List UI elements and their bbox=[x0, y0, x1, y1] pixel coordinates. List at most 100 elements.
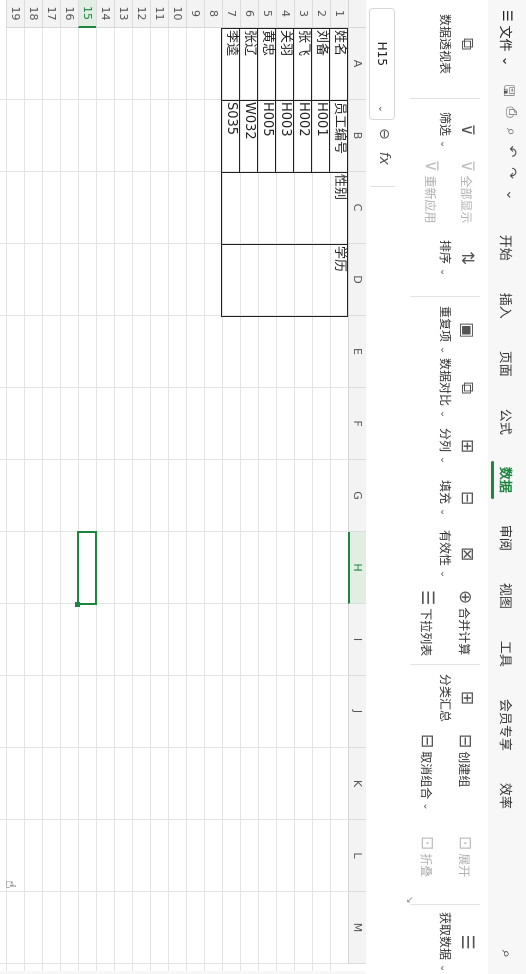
fill-button[interactable]: ⊟ 填充 ⌄ bbox=[437, 480, 477, 516]
dropdown-list-button[interactable]: ☰ 下拉列表 bbox=[417, 590, 437, 656]
search-icon[interactable]: ⌕ bbox=[498, 934, 516, 974]
cell-A4[interactable]: 关羽 bbox=[276, 28, 294, 100]
row-header-14[interactable]: 14 bbox=[96, 0, 114, 28]
row-header-4[interactable]: 4 bbox=[276, 0, 294, 28]
cell-A1[interactable]: 姓名 bbox=[330, 28, 348, 100]
cell-B2[interactable]: H001 bbox=[312, 100, 330, 172]
tab-4[interactable]: 数据 bbox=[488, 451, 526, 509]
zoom-icon[interactable]: ⊖ bbox=[376, 128, 392, 140]
ungroup-button[interactable]: ⊟ 取消组合 ⌄ bbox=[417, 734, 437, 811]
row-header-16[interactable]: 16 bbox=[60, 0, 78, 28]
row-header-2[interactable]: 2 bbox=[312, 0, 330, 28]
row-header-11[interactable]: 11 bbox=[150, 0, 168, 28]
tab-8[interactable]: 会员专享 bbox=[488, 683, 526, 767]
consolidate-button[interactable]: ⊕ 合并计算 bbox=[455, 590, 475, 655]
row-header-5[interactable]: 5 bbox=[258, 0, 276, 28]
column-header-H[interactable]: H bbox=[348, 532, 366, 604]
column-header-F[interactable]: F bbox=[348, 388, 366, 460]
subtotal-label: 分类汇总 bbox=[438, 674, 452, 723]
tab-6[interactable]: 视图 bbox=[488, 567, 526, 625]
collapse-button[interactable]: ⊡ 折叠 bbox=[417, 836, 437, 877]
pivot-table-button[interactable]: ⧉ 数据透视表 bbox=[437, 14, 477, 74]
cell-A3[interactable]: 张飞 bbox=[294, 28, 312, 100]
tab-0[interactable]: 开始 bbox=[488, 219, 526, 277]
cell-A2[interactable]: 刘备 bbox=[312, 28, 330, 100]
split-column-button[interactable]: ⊞ 分列 ⌄ bbox=[437, 428, 477, 464]
tab-1[interactable]: 插入 bbox=[488, 277, 526, 335]
column-header-E[interactable]: E bbox=[348, 316, 366, 388]
more-chevron-icon[interactable]: ⌄ bbox=[495, 189, 519, 201]
column-header-C[interactable]: C bbox=[348, 172, 366, 244]
row-header-19[interactable]: 19 bbox=[6, 0, 24, 28]
print-icon[interactable]: ⎙ bbox=[495, 107, 519, 118]
table-border-line bbox=[222, 244, 348, 245]
row-header-13[interactable]: 13 bbox=[114, 0, 132, 28]
undo-icon[interactable]: ↶ bbox=[495, 146, 519, 158]
cell-B3[interactable]: H002 bbox=[294, 100, 312, 172]
data-compare-button[interactable]: ⧉ 数据对比 ⌄ bbox=[437, 358, 477, 418]
tab-5[interactable]: 审阅 bbox=[488, 509, 526, 567]
row-header-3[interactable]: 3 bbox=[294, 0, 312, 28]
tab-3[interactable]: 公式 bbox=[488, 393, 526, 451]
cell-B4[interactable]: H003 bbox=[276, 100, 294, 172]
column-header-K[interactable]: K bbox=[348, 748, 366, 820]
column-header-D[interactable]: D bbox=[348, 244, 366, 316]
show-all-button[interactable]: ⊽ 全部显示 bbox=[457, 160, 477, 223]
sort-button[interactable]: ⇅ 排序 ⌄ bbox=[437, 240, 477, 277]
cell-A6[interactable]: 张辽 bbox=[240, 28, 258, 100]
column-header-G[interactable]: G bbox=[348, 460, 366, 532]
cell-B7[interactable]: S035 bbox=[222, 100, 240, 172]
save-icon[interactable]: 🖫 bbox=[495, 85, 519, 97]
ribbon-data: ⧉ 数据透视表 ⊽ 筛选 ⌄ ⊽ 全部显示 ⊽ 重新应用 ⇅ 排序 ⌄ ▣ 重复… bbox=[397, 0, 488, 974]
row-header-17[interactable]: 17 bbox=[42, 0, 60, 28]
validity-button[interactable]: ⊠ 有效性 ⌄ bbox=[437, 530, 477, 578]
column-header-M[interactable]: M bbox=[348, 892, 366, 964]
row-header-8[interactable]: 8 bbox=[204, 0, 222, 28]
redo-icon[interactable]: ↷ bbox=[495, 167, 519, 179]
column-header-I[interactable]: I bbox=[348, 604, 366, 676]
duplicates-button[interactable]: ▣ 重复项 ⌄ bbox=[437, 306, 477, 354]
expand-label: 展开 bbox=[457, 853, 472, 878]
column-header-A[interactable]: A bbox=[348, 28, 366, 100]
column-header-B[interactable]: B bbox=[348, 100, 366, 172]
tab-2[interactable]: 页面 bbox=[488, 335, 526, 393]
chevron-down-icon: ⌄ bbox=[438, 267, 449, 277]
file-menu-button[interactable]: ☰ 文件 ⌄ bbox=[488, 0, 526, 75]
name-box[interactable]: H15 ⌄ bbox=[369, 8, 395, 120]
menu-bar: ☰ 文件 ⌄ 🖫 ⎙ ⌕ ↶ ↷ ⌄ 开始 插入 页面 公式 数据 审阅 视图 工具 会员专享效… bbox=[488, 0, 526, 974]
row-header-9[interactable]: 9 bbox=[186, 0, 204, 28]
cell-B6[interactable]: W032 bbox=[240, 100, 258, 172]
reapply-icon: ⊽ bbox=[421, 160, 441, 173]
tab-7[interactable]: 工具 bbox=[488, 625, 526, 683]
row-header-12[interactable]: 12 bbox=[132, 0, 150, 28]
tab-9[interactable]: 效率 bbox=[488, 767, 526, 825]
fill-label: 填充 bbox=[438, 480, 452, 505]
active-cell-indicator[interactable] bbox=[77, 531, 97, 605]
column-header-J[interactable]: J bbox=[348, 676, 366, 748]
chevron-down-icon[interactable]: ⌄ bbox=[377, 99, 388, 119]
cell-A5[interactable]: 黄忠 bbox=[258, 28, 276, 100]
cell-C1[interactable]: 性别 bbox=[330, 172, 348, 244]
group-launcher-icon[interactable]: ↘ bbox=[404, 896, 414, 904]
expand-button[interactable]: ⊡ 展开 bbox=[455, 836, 475, 878]
column-header-L[interactable]: L bbox=[348, 820, 366, 892]
cell-A7[interactable]: 李逵 bbox=[222, 28, 240, 100]
row-header-7[interactable]: 7 bbox=[222, 0, 240, 28]
create-group-button[interactable]: ⊟ 创建组 bbox=[455, 734, 475, 787]
print-preview-icon[interactable]: ⌕ bbox=[495, 128, 519, 136]
subtotal-button[interactable]: ⊞ 分类汇总 bbox=[437, 674, 477, 723]
row-header-10[interactable]: 10 bbox=[168, 0, 186, 28]
get-data-button[interactable]: ☰ 获取数据 ⌄ bbox=[437, 912, 477, 972]
row-header-18[interactable]: 18 bbox=[24, 0, 42, 28]
filter-button[interactable]: ⊽ 筛选 ⌄ bbox=[437, 112, 477, 148]
cell-D1[interactable]: 学历 bbox=[330, 244, 348, 316]
fx-icon[interactable]: fx bbox=[376, 152, 392, 165]
formula-input[interactable] bbox=[371, 186, 395, 974]
row-header-1[interactable]: 1 bbox=[330, 0, 348, 28]
cell-B1[interactable]: 员工编号 bbox=[330, 100, 348, 172]
row-header-6[interactable]: 6 bbox=[240, 0, 258, 28]
select-all-corner[interactable] bbox=[348, 0, 366, 28]
row-header-15[interactable]: 15 bbox=[78, 0, 96, 28]
cell-B5[interactable]: H005 bbox=[258, 100, 276, 172]
reapply-button[interactable]: ⊽ 重新应用 bbox=[421, 160, 441, 223]
